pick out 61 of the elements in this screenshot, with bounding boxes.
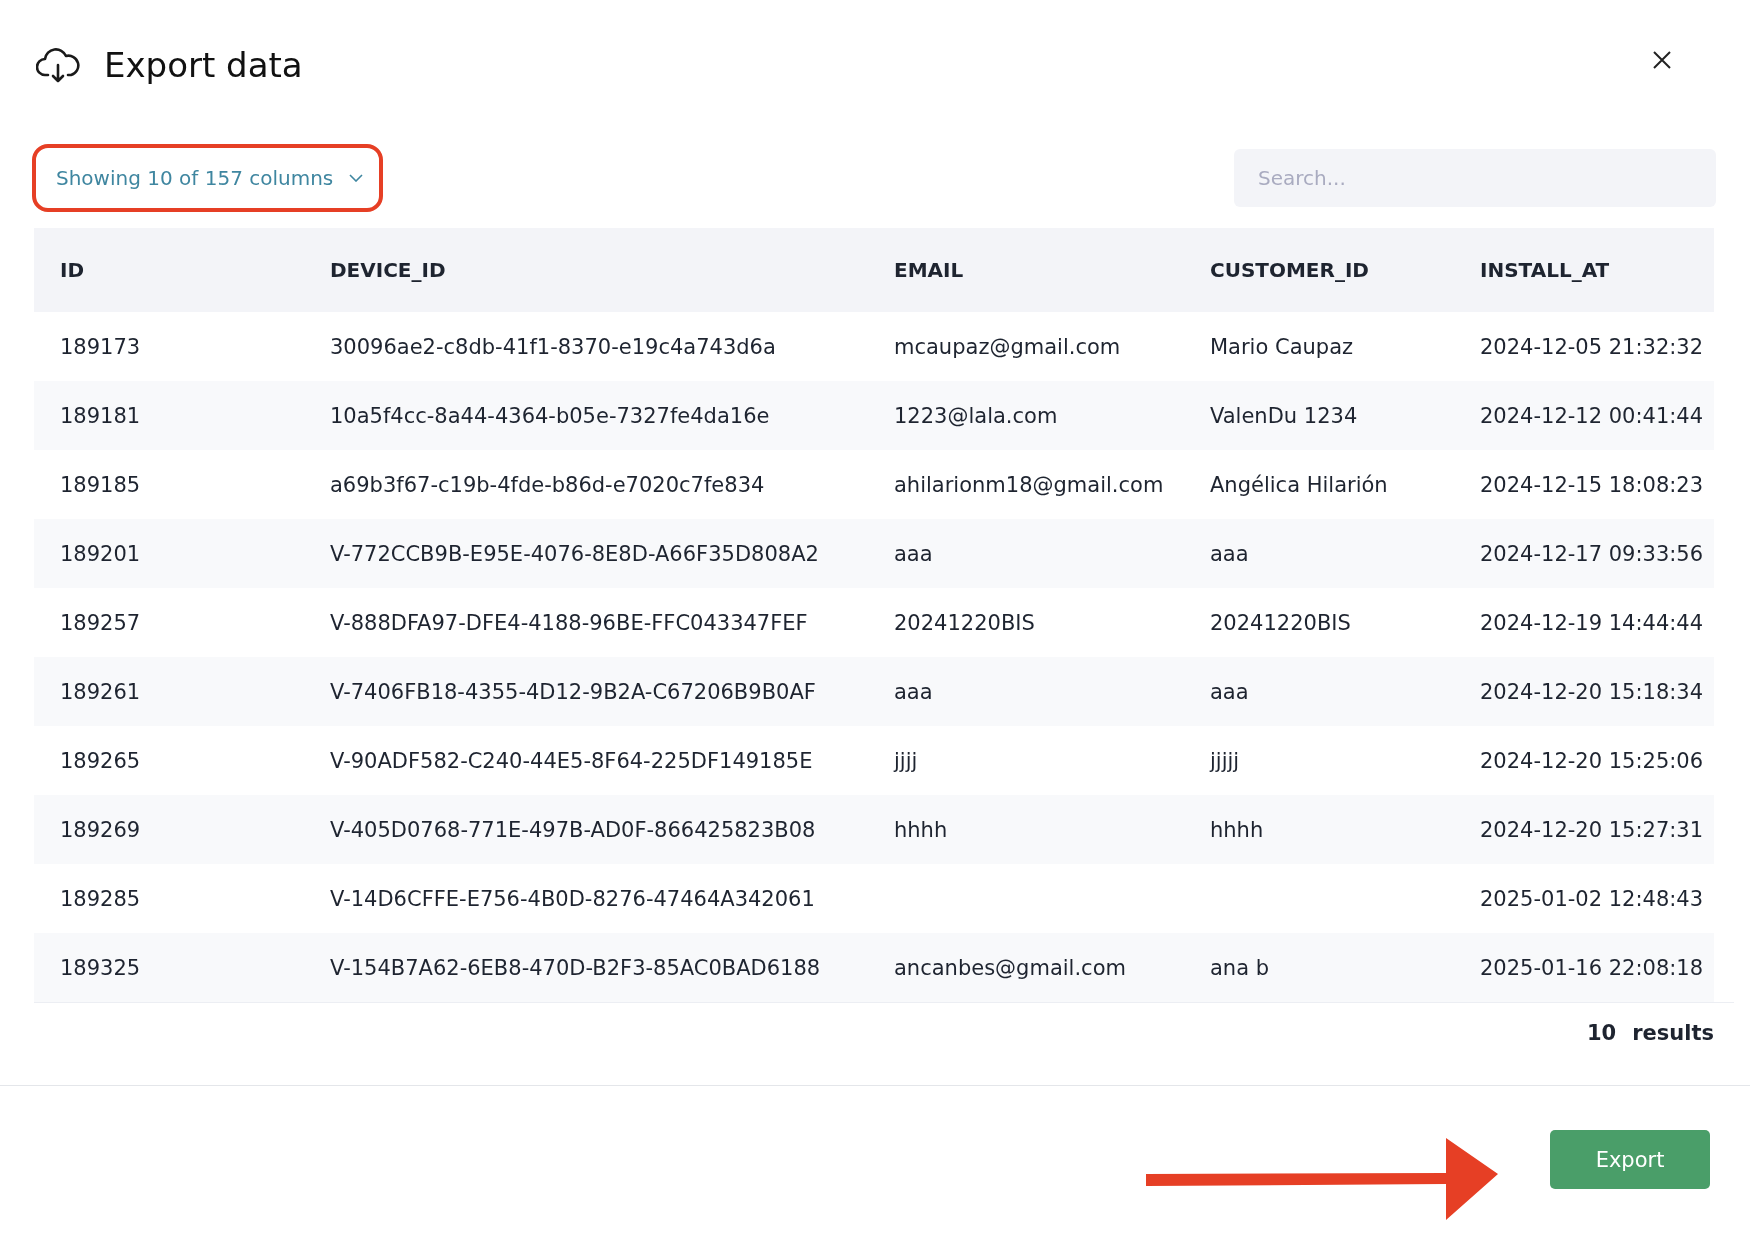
table-cell: V-772CCB9B-E95E-4076-8E8D-A66F35D808A2 [330, 541, 819, 566]
table-cell: 2025-01-02 12:48:43 [1480, 886, 1704, 911]
table-cell: 20241220BIS [894, 610, 1035, 635]
table-cell: 189325 [60, 955, 141, 980]
table-cell: 189181 [60, 403, 141, 428]
table-cell: 2024-12-20 15:27:31 [1480, 817, 1704, 842]
table-cell: ancanbes@gmail.com [894, 955, 1126, 980]
table-cell: 189269 [60, 817, 141, 842]
column-header: DEVICE_ID [330, 258, 447, 282]
table-cell: ana b [1210, 955, 1270, 980]
table-cell: Mario Caupaz [1210, 334, 1354, 359]
column-header: EMAIL [894, 258, 965, 282]
column-header: ID [60, 258, 86, 282]
table-cell: aaa [1210, 541, 1249, 566]
table-cell: 2024-12-15 18:08:23 [1480, 472, 1704, 497]
table-cell: mcaupaz@gmail.com [894, 334, 1121, 359]
table-cell: aaa [894, 541, 933, 566]
table-cell: V-154B7A62-6EB8-470D-B2F3-85AC0BAD6188 [330, 955, 821, 980]
table-cell: 2024-12-20 15:25:06 [1480, 748, 1704, 773]
results-count: 10 [1586, 1021, 1617, 1045]
table-cell: Angélica Hilarión [1210, 472, 1388, 497]
table-cell: jjjj [894, 748, 918, 773]
cloud-download-icon [36, 47, 80, 83]
column-header: CUSTOMER_ID [1210, 258, 1370, 282]
table-cell: V-888DFA97-DFE4-4188-96BE-FFC043347FEF [330, 610, 808, 635]
table-cell: 2024-12-19 14:44:44 [1480, 610, 1704, 635]
table-cell: 2024-12-12 00:41:44 [1480, 403, 1704, 428]
table-cell: V-7406FB18-4355-4D12-9B2A-C67206B9B0AF [330, 679, 816, 704]
table-cell: V-14D6CFFE-E756-4B0D-8276-47464A342061 [330, 886, 815, 911]
table-cell: 189185 [60, 472, 141, 497]
table-cell: aaa [1210, 679, 1249, 704]
table-cell: 1223@lala.com [894, 403, 1058, 428]
table-cell: 2025-01-16 22:08:18 [1480, 955, 1704, 980]
table-cell: 189257 [60, 610, 141, 635]
table-cell: 2024-12-17 09:33:56 [1480, 541, 1704, 566]
search-field[interactable]: Search... [1234, 149, 1716, 207]
table-cell: 189285 [60, 886, 141, 911]
table-cell: 10a5f4cc-8a44-4364-b05e-7327fe4da16e [330, 403, 770, 428]
table-cell: aaa [894, 679, 933, 704]
results-label: results [1632, 1021, 1714, 1045]
table-cell: hhhh [1210, 817, 1264, 842]
table-cell: ahilarionm18@gmail.com [894, 472, 1164, 497]
table-cell: 2024-12-05 21:32:32 [1480, 334, 1704, 359]
table-cell: 189261 [60, 679, 141, 704]
table-cell: 189265 [60, 748, 141, 773]
column-header: INSTALL_AT [1480, 258, 1611, 282]
columns-dropdown[interactable]: Showing 10 of 157 columns [56, 160, 364, 196]
export-button[interactable]: Export [1550, 1130, 1710, 1189]
table-cell: ValenDu 1234 [1210, 403, 1358, 428]
table-cell: 30096ae2-c8db-41f1-8370-e19c4a743d6a [330, 334, 776, 359]
table-cell: 2024-12-20 15:18:34 [1480, 679, 1704, 704]
table-cell: hhhh [894, 817, 948, 842]
table-cell: jjjjj [1210, 748, 1240, 773]
table-cell: a69b3f67-c19b-4fde-b86d-e7020c7fe834 [330, 472, 765, 497]
table-cell: 189173 [60, 334, 141, 359]
table-cell: V-405D0768-771E-497B-AD0F-866425823B08 [330, 817, 816, 842]
chevron-down-icon [349, 174, 364, 182]
table-cell: V-90ADF582-C240-44E5-8F64-225DF149185E [330, 748, 813, 773]
dialog-title: Export data [104, 45, 304, 85]
table-cell: 20241220BIS [1210, 610, 1351, 635]
table-cell: 189201 [60, 541, 141, 566]
